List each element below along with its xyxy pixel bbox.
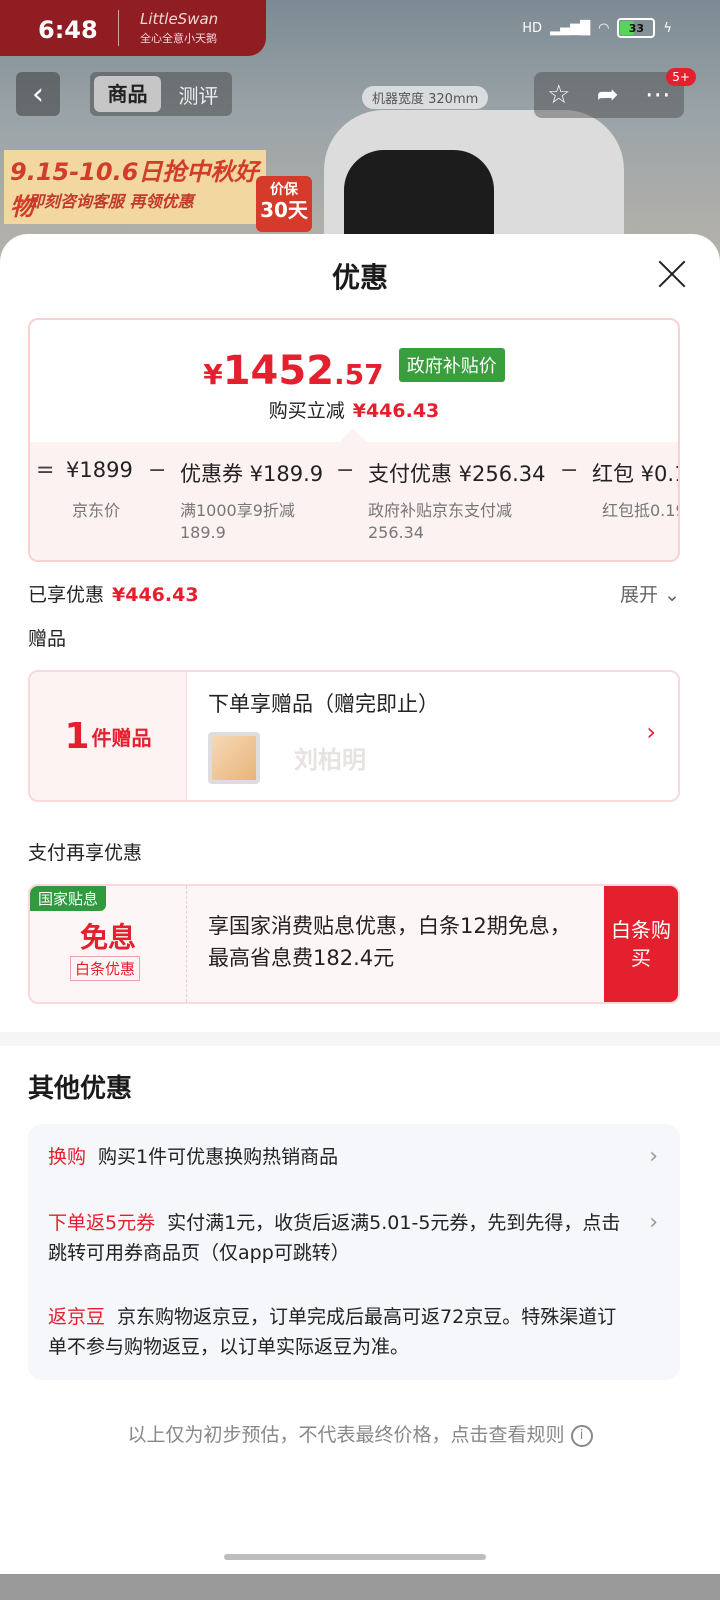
sheet-title: 优惠 bbox=[331, 261, 388, 294]
breakdown-operator: − bbox=[560, 458, 579, 483]
breakdown-operator: − bbox=[148, 458, 167, 483]
interest-free-label: 免息 bbox=[79, 921, 136, 954]
message-count-badge: 5+ bbox=[666, 68, 696, 86]
final-price-row: ¥1452.57 政府补贴价 bbox=[30, 348, 678, 394]
offer-key: 换购 bbox=[48, 1146, 87, 1168]
promo-subline: 即刻咨询客服 再领优惠 bbox=[28, 192, 194, 211]
info-icon: i bbox=[570, 1424, 593, 1447]
instant-discount-value: ¥446.43 bbox=[352, 400, 440, 422]
close-button[interactable] bbox=[652, 254, 692, 294]
national-subsidy-tag: 国家贴息 bbox=[30, 886, 107, 911]
expand-button[interactable]: 展开 ⌄ bbox=[620, 580, 680, 607]
machine-width-label: 机器宽度 320mm bbox=[362, 86, 489, 109]
top-toolbar: ☆ ➦ ⋯ bbox=[534, 72, 684, 118]
product-page-background: LittleSwan 全心全意小天鹅 机器宽度 320mm 9.15-10.6日… bbox=[0, 0, 720, 260]
breakdown-payment-sub2: 256.34 bbox=[368, 523, 424, 542]
price-breakdown: = ¥1899 京东价 − 优惠券 ¥189.9 满1000享9折减 189.9… bbox=[30, 442, 680, 560]
gift-section-label: 赠品 bbox=[28, 628, 67, 650]
price-summary-card: ¥1452.57 政府补贴价 购买立减 ¥446.43 = ¥1899 京东价 −… bbox=[28, 318, 680, 562]
gift-count-number: 1 bbox=[64, 715, 90, 757]
pay-offer-text: 享国家消费贴息优惠，白条12期免息，最高省息费182.4元 bbox=[208, 914, 571, 970]
price-protect-label: 价保 bbox=[270, 182, 298, 198]
pay-offer-left: 国家贴息 免息 白条优惠 bbox=[30, 886, 187, 1002]
brand-name: LittleSwan bbox=[140, 10, 219, 28]
chevron-right-icon: › bbox=[649, 1210, 658, 1235]
tab-review[interactable]: 测评 bbox=[165, 80, 232, 109]
rules-footnote[interactable]: 以上仅为初步预估，不代表最终价格，点击查看规则 i bbox=[0, 1420, 720, 1447]
enjoyed-value: ¥446.43 bbox=[112, 584, 199, 606]
breakdown-redpacket-sub: 红包抵0.19 bbox=[602, 501, 680, 520]
baitiao-offer-tag: 白条优惠 bbox=[70, 956, 141, 981]
brand-divider bbox=[118, 10, 119, 46]
battery-icon: 33 bbox=[617, 18, 656, 38]
gift-card[interactable]: 1 件赠品 下单享赠品（赠完即止） 刘柏明 › bbox=[28, 670, 680, 802]
breakdown-coupon-sub: 满1000享9折减 bbox=[180, 501, 295, 520]
offer-key: 返京豆 bbox=[48, 1306, 106, 1328]
instant-discount-line: 购买立减 ¥446.43 bbox=[30, 396, 678, 423]
footnote-text: 以上仅为初步预估，不代表最终价格，点击查看规则 bbox=[127, 1424, 565, 1446]
status-icons: HD ▂▄▆█ ◠ 33 ϟ bbox=[522, 18, 672, 38]
chevron-right-icon: › bbox=[646, 718, 656, 746]
price-protect-days: 30天 bbox=[260, 198, 308, 222]
offer-text: 购买1件可优惠换购热销商品 bbox=[98, 1146, 339, 1168]
star-icon[interactable]: ☆ bbox=[547, 80, 570, 110]
gift-count: 1 件赠品 bbox=[30, 672, 187, 800]
share-icon[interactable]: ➦ bbox=[597, 80, 619, 110]
gift-thumbnail bbox=[208, 732, 260, 784]
breakdown-coupon: 优惠券 ¥189.9 bbox=[180, 462, 324, 486]
promo-headline: 9.15-10.6日抢中秋好物 bbox=[4, 150, 266, 224]
breakdown-operator: = bbox=[36, 458, 55, 483]
other-offer-exchange[interactable]: 换购 购买1件可优惠换购热销商品 bbox=[48, 1142, 624, 1172]
other-offers-title: 其他优惠 bbox=[28, 1074, 133, 1104]
home-indicator[interactable] bbox=[224, 1554, 486, 1560]
breakdown-payment: 支付优惠 ¥256.34 bbox=[368, 462, 546, 486]
wifi-icon: ◠ bbox=[598, 20, 610, 36]
breakdown-jd-price: ¥1899 bbox=[66, 458, 133, 482]
gift-watermark-name: 刘柏明 bbox=[294, 746, 366, 774]
offer-text: 京东购物返京豆，订单完成后最高可返72京豆。特殊渠道订单不参与购物返豆，以订单实… bbox=[48, 1306, 617, 1358]
discount-sheet: 优惠 ¥1452.57 政府补贴价 购买立减 ¥446.43 = ¥1899 京东… bbox=[0, 234, 720, 1600]
breakdown-payment-sub: 政府补贴京东支付减 bbox=[368, 501, 513, 520]
breakdown-coupon-sub2: 189.9 bbox=[180, 523, 226, 542]
final-price: ¥1452.57 bbox=[203, 348, 384, 394]
price-protect-badge: 价保 30天 bbox=[256, 176, 312, 232]
section-divider bbox=[0, 1032, 720, 1046]
pay-offer-card: 国家贴息 免息 白条优惠 享国家消费贴息优惠，白条12期免息，最高省息费182.… bbox=[28, 884, 680, 1004]
offer-key: 下单返5元券 bbox=[48, 1212, 156, 1234]
chevron-left-icon: ‹ bbox=[32, 76, 44, 112]
enjoyed-discount: 已享优惠 ¥446.43 bbox=[28, 580, 199, 607]
gift-count-suffix: 件赠品 bbox=[91, 725, 152, 750]
chevron-right-icon: › bbox=[649, 1144, 658, 1169]
brand-subtitle: 全心全意小天鹅 bbox=[140, 32, 217, 45]
charging-icon: ϟ bbox=[663, 20, 672, 36]
product-tabs: 商品 测评 bbox=[90, 72, 232, 116]
tab-product[interactable]: 商品 bbox=[94, 76, 161, 112]
system-nav-bar bbox=[0, 1574, 720, 1600]
signal-icon: ▂▄▆█ bbox=[550, 20, 591, 36]
chevron-down-icon: ⌄ bbox=[664, 584, 680, 606]
more-icon[interactable]: ⋯ bbox=[645, 80, 671, 110]
status-time: 6:48 bbox=[38, 16, 98, 44]
other-offer-coupon-return[interactable]: 下单返5元券 实付满1元，收货后返满5.01-5元券，先到先得，点击跳转可用券商品… bbox=[48, 1208, 624, 1268]
other-offer-jingdou: 返京豆 京东购物返京豆，订单完成后最高可返72京豆。特殊渠道订单不参与购物返豆，以… bbox=[48, 1302, 624, 1362]
pay-section-label: 支付再享优惠 bbox=[28, 842, 143, 864]
gov-subsidy-tag: 政府补贴价 bbox=[398, 348, 505, 382]
enjoyed-label: 已享优惠 bbox=[28, 584, 105, 606]
other-offers-list: 换购 购买1件可优惠换购热销商品 › 下单返5元券 实付满1元，收货后返满5.01-… bbox=[28, 1124, 680, 1380]
expand-label: 展开 bbox=[620, 584, 659, 606]
breakdown-jd-price-sub: 京东价 bbox=[72, 501, 121, 520]
breakdown-redpacket: 红包 ¥0.1 bbox=[592, 462, 680, 486]
back-button[interactable]: ‹ bbox=[16, 72, 60, 116]
baitiao-buy-button[interactable]: 白条购买 bbox=[604, 886, 678, 1002]
gift-title: 下单享赠品（赠完即止） bbox=[208, 692, 439, 716]
breakdown-operator: − bbox=[336, 458, 355, 483]
instant-discount-label: 购买立减 bbox=[268, 400, 345, 422]
network-hd-label: HD bbox=[522, 20, 543, 36]
